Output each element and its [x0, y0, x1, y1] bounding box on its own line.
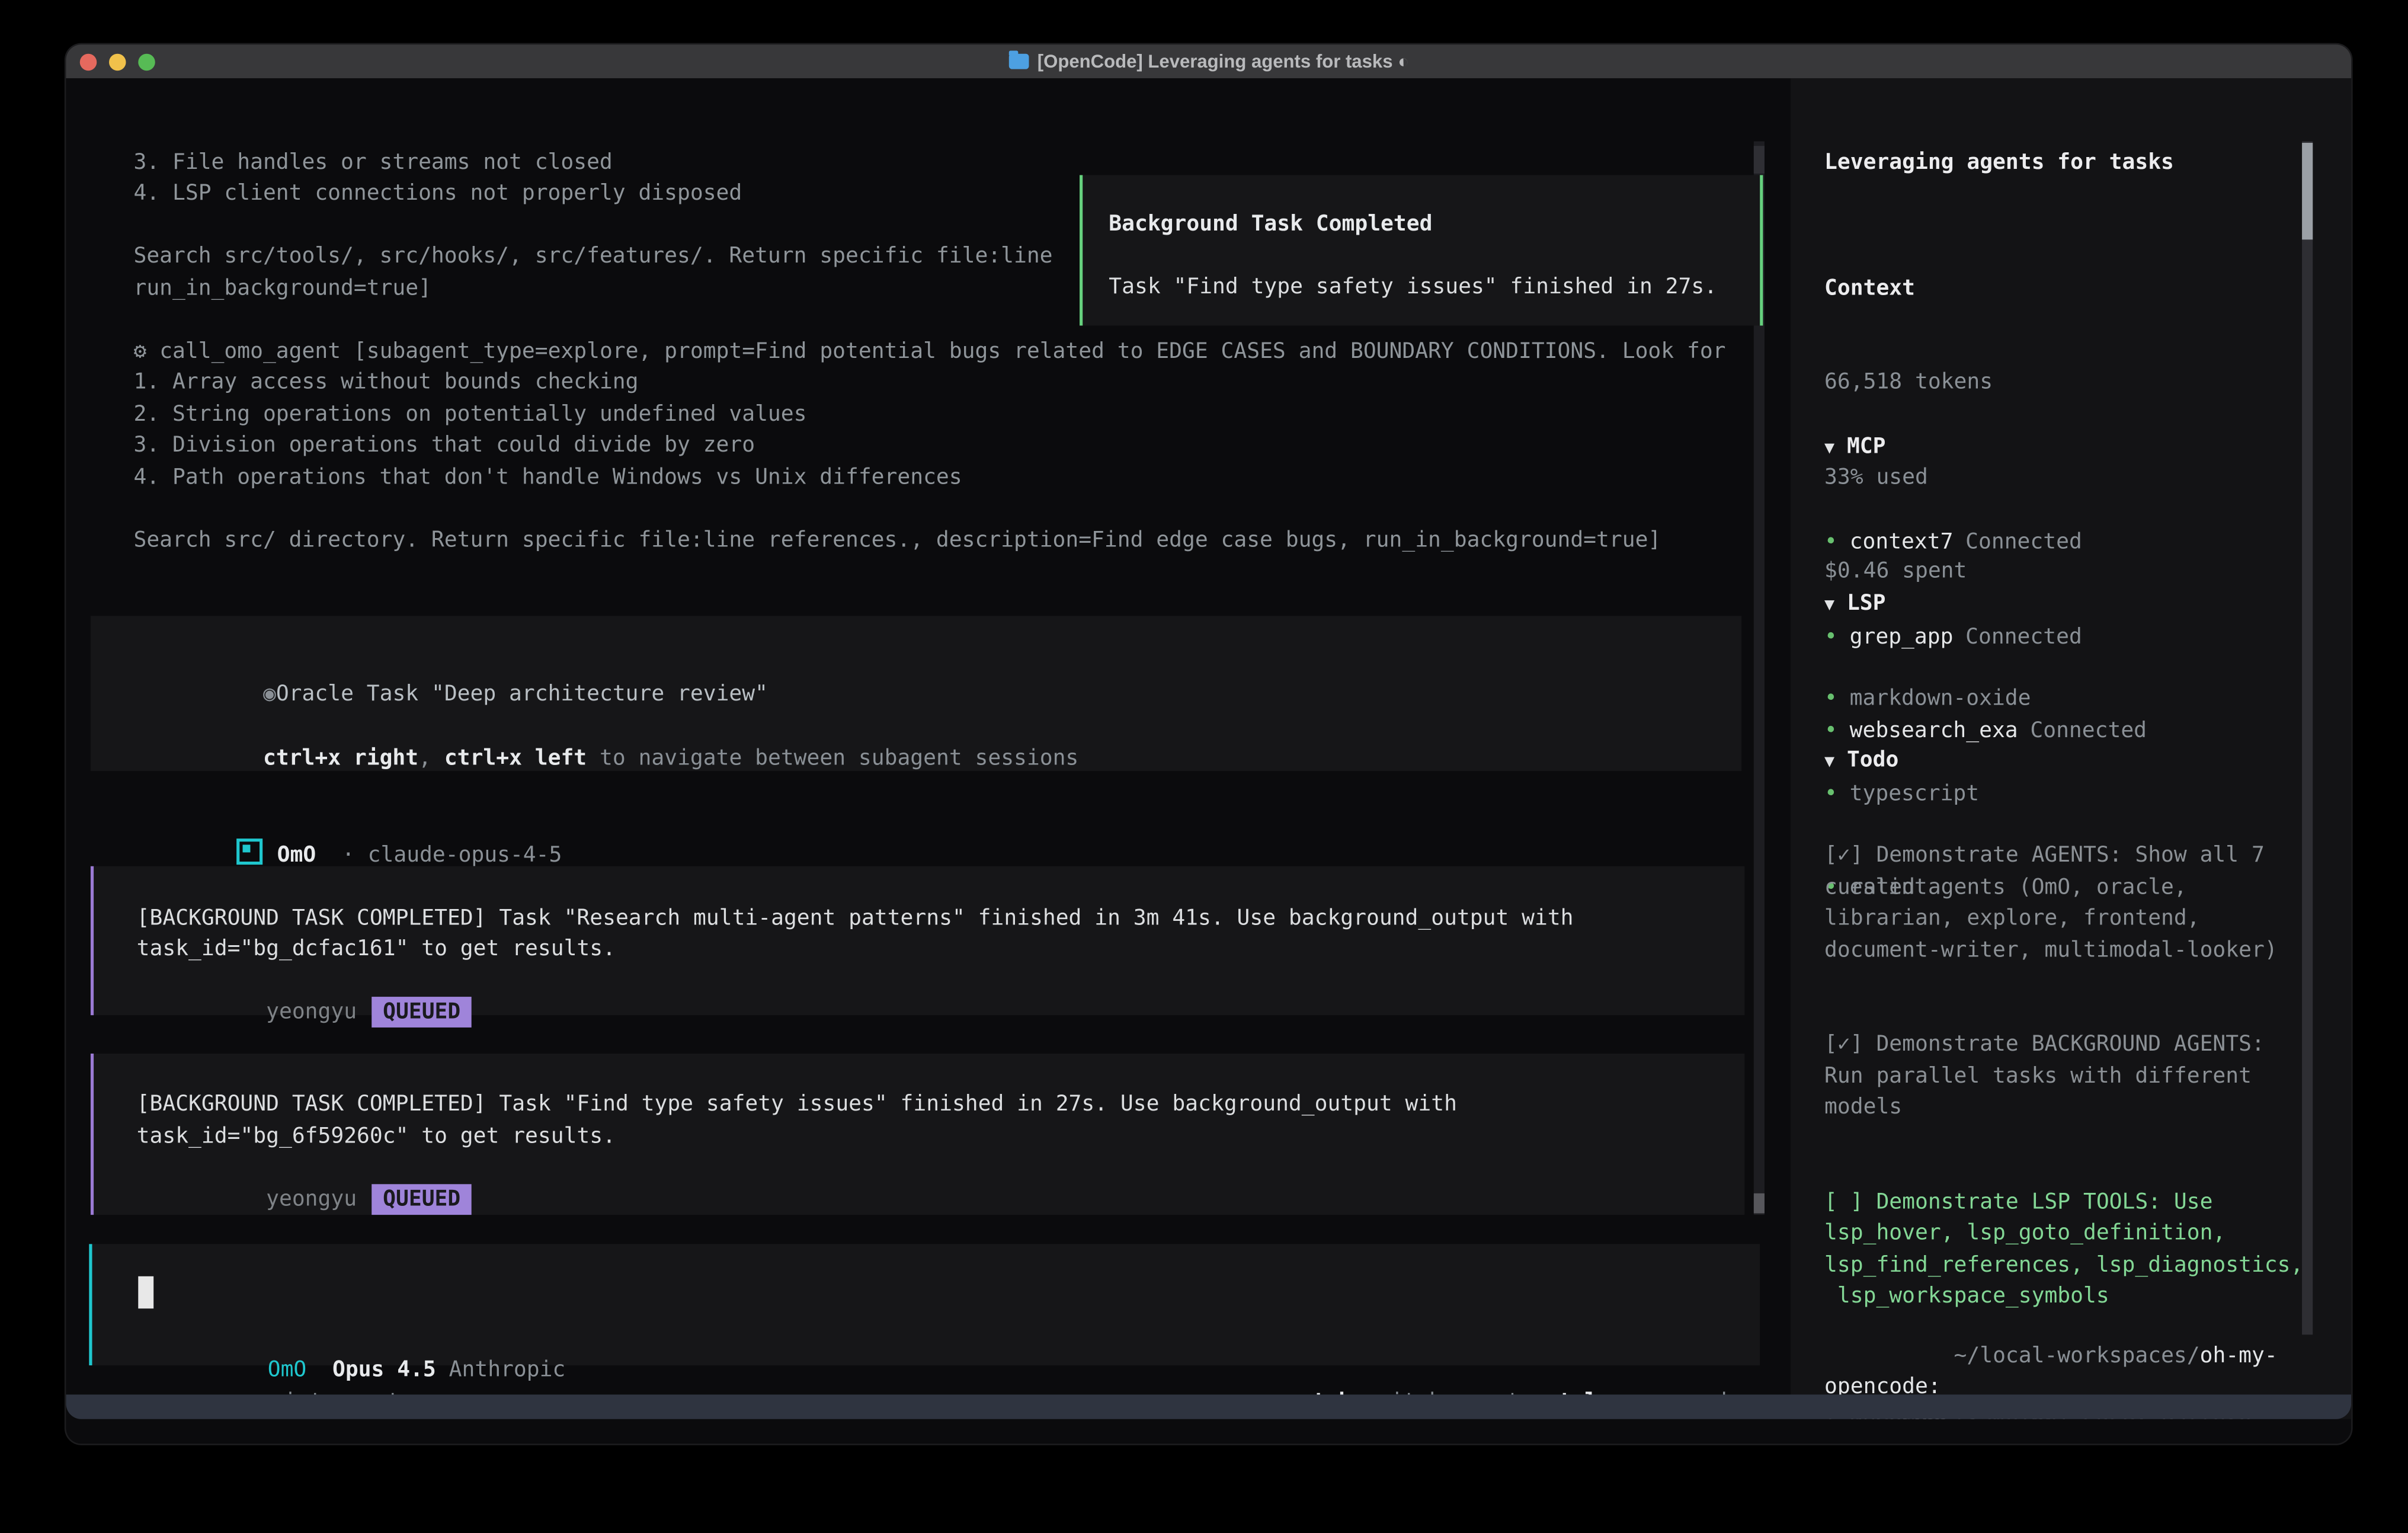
scrollback-line: Search src/ directory. Return specific f…: [133, 525, 1661, 556]
subagent-nav-hint: ctrl+x right, ctrl+x left to navigate be…: [133, 712, 1078, 806]
prompt-input[interactable]: OmO Opus 4.5 Anthropic: [89, 1244, 1760, 1365]
zoom-button[interactable]: [138, 53, 155, 70]
terminal-content: 3. File handles or streams not closed 4.…: [66, 78, 2351, 1419]
main-scrollbar-thumb-top[interactable]: [1754, 146, 1765, 174]
footer-agent-name: OmO: [268, 1358, 307, 1382]
task-user: yeongyu: [266, 1000, 357, 1025]
footer-provider: Anthropic: [436, 1358, 565, 1382]
agent-model: · claude-opus-4-5: [316, 844, 562, 868]
task-message-line: task_id="bg_6f59260c" to get results.: [137, 1121, 616, 1152]
agent-square-icon: [237, 839, 263, 865]
sidebar-scrollbar-thumb[interactable]: [2302, 143, 2313, 239]
session-title: Leveraging agents for tasks: [1824, 147, 2313, 178]
scrollback-line: Search src/tools/, src/hooks/, src/featu…: [133, 242, 1052, 273]
oracle-task-title: Oracle Task "Deep architecture review": [276, 682, 768, 706]
scrollback-line: 2. String operations on potentially unde…: [133, 399, 806, 430]
context-heading: Context: [1824, 273, 2313, 305]
background-task-card: [BACKGROUND TASK COMPLETED] Task "Resear…: [91, 866, 1744, 1014]
traffic-lights: [80, 53, 155, 70]
window-bottom-edge: [66, 1394, 2351, 1419]
scrollback-line: 4. LSP client connections not properly d…: [133, 178, 742, 210]
footer-model: Opus 4.5: [306, 1358, 436, 1382]
chevron-down-icon: ▼: [1824, 433, 1834, 464]
sidebar-scrollbar[interactable]: [2302, 141, 2313, 1334]
status-badge: QUEUED: [372, 997, 471, 1028]
folder-icon: [1008, 54, 1029, 69]
scrollback-line: 3. Division operations that could divide…: [133, 430, 755, 462]
titlebar[interactable]: [OpenCode] Leveraging agents for tasks ◐: [66, 44, 2351, 78]
gear-icon: ⚙: [133, 339, 146, 363]
mcp-heading[interactable]: ▼MCP: [1824, 431, 2313, 465]
notification-body: Task "Find type safety issues" finished …: [1109, 271, 1717, 303]
background-task-card: [BACKGROUND TASK COMPLETED] Task "Find t…: [91, 1053, 1744, 1214]
oracle-task-panel: ◉Oracle Task "Deep architecture review" …: [91, 616, 1741, 771]
main-scrollbar-thumb[interactable]: [1754, 1193, 1765, 1214]
task-message-line: task_id="bg_dcfac161" to get results.: [137, 934, 616, 965]
agent-name: OmO: [277, 844, 316, 868]
background-task-notification: Background Task Completed Task "Find typ…: [1080, 175, 1763, 325]
scrollback-line: run_in_background=true]: [133, 273, 431, 305]
todo-item: [✓] Demonstrate AGENTS: Show all 7 curat…: [1824, 840, 2313, 966]
window-title: [OpenCode] Leveraging agents for tasks ◐: [1038, 46, 1409, 77]
chevron-down-icon: ▼: [1824, 746, 1834, 777]
session-sidebar: Leveraging agents for tasks Context 66,5…: [1791, 78, 2351, 1419]
close-button[interactable]: [80, 53, 97, 70]
desktop: [OpenCode] Leveraging agents for tasks ◐…: [0, 0, 2408, 1533]
status-badge: QUEUED: [372, 1184, 471, 1215]
lsp-heading[interactable]: ▼LSP: [1824, 588, 2313, 621]
scrollback-line: 4. Path operations that don't handle Win…: [133, 462, 962, 493]
opencode-window: [OpenCode] Leveraging agents for tasks ◐…: [66, 44, 2351, 1444]
minimize-button[interactable]: [109, 53, 126, 70]
path-prefix: ~/local-workspaces/: [1954, 1343, 2200, 1368]
text-cursor: [138, 1276, 153, 1308]
task-message-line: [BACKGROUND TASK COMPLETED] Task "Resear…: [137, 902, 1574, 934]
scrollback-line: 3. File handles or streams not closed: [133, 147, 612, 178]
notification-title: Background Task Completed: [1109, 209, 1432, 240]
task-user: yeongyu: [266, 1187, 357, 1211]
scrollback-line: 1. Array access without bounds checking: [133, 367, 638, 399]
todo-item: [✓] Demonstrate BACKGROUND AGENTS: Run p…: [1824, 1029, 2313, 1124]
chevron-down-icon: ▼: [1824, 590, 1834, 621]
fisheye-icon: ◉: [263, 682, 276, 706]
todo-heading[interactable]: ▼Todo: [1824, 744, 2313, 777]
task-message-line: [BACKGROUND TASK COMPLETED] Task "Find t…: [137, 1089, 1457, 1120]
todo-item-active: [ ] Demonstrate LSP TOOLS: Use lsp_hover…: [1824, 1187, 2313, 1313]
scrollback-line: ⚙ call_omo_agent [subagent_type=explore,…: [133, 336, 1725, 367]
